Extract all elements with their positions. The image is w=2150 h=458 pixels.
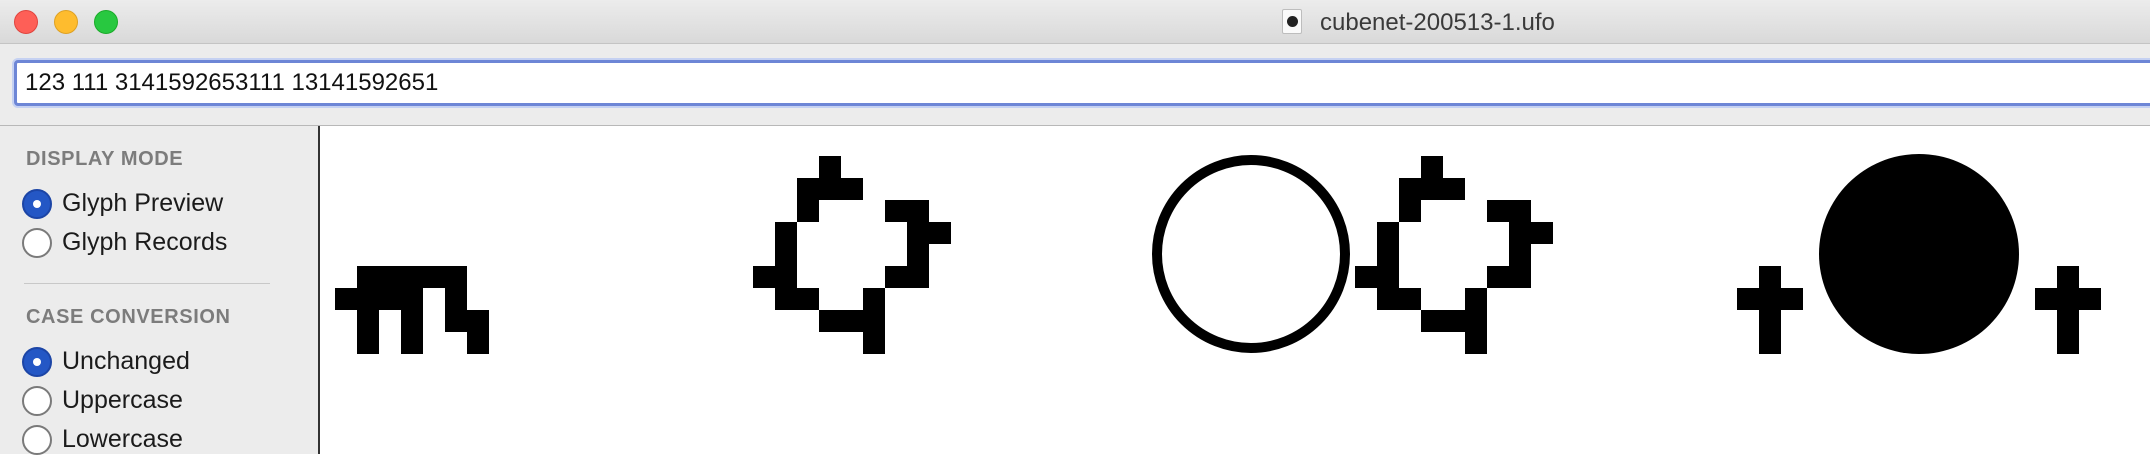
glyph-group-4 xyxy=(1737,154,2101,354)
window-title: cubenet-200513-1.ufo xyxy=(1320,9,1555,36)
close-window-icon[interactable] xyxy=(14,10,38,34)
radio-label: Glyph Records xyxy=(62,228,228,256)
glyph-group-3 xyxy=(1152,155,1553,354)
radio-label: Unchanged xyxy=(62,347,190,375)
display-mode-heading: DISPLAY MODE xyxy=(26,148,184,170)
radio-label: Uppercase xyxy=(62,386,183,414)
radio-selected-icon[interactable] xyxy=(22,347,52,377)
glyph-preview-area xyxy=(322,126,2150,454)
sidebar-divider xyxy=(24,283,270,284)
sidebar: DISPLAY MODE Glyph Preview Glyph Records… xyxy=(0,126,320,455)
zoom-window-icon[interactable] xyxy=(94,10,118,34)
toolbar xyxy=(0,44,2150,126)
ufo-document-icon xyxy=(1282,9,1302,34)
glyph-text-input[interactable] xyxy=(14,60,2150,106)
title-bar: cubenet-200513-1.ufo xyxy=(0,0,2150,44)
minimize-window-icon[interactable] xyxy=(54,10,78,34)
radio-selected-icon[interactable] xyxy=(22,189,52,219)
radio-unselected-icon[interactable] xyxy=(22,425,52,455)
radio-label: Lowercase xyxy=(62,425,183,453)
glyph-preview-canvas xyxy=(335,154,2101,354)
glyph-group-2 xyxy=(753,156,951,354)
radio-unselected-icon[interactable] xyxy=(22,228,52,258)
case-conversion-heading: CASE CONVERSION xyxy=(26,306,231,328)
radio-label: Glyph Preview xyxy=(62,189,224,217)
glyph-group-1 xyxy=(335,266,489,354)
radio-unselected-icon[interactable] xyxy=(22,386,52,416)
